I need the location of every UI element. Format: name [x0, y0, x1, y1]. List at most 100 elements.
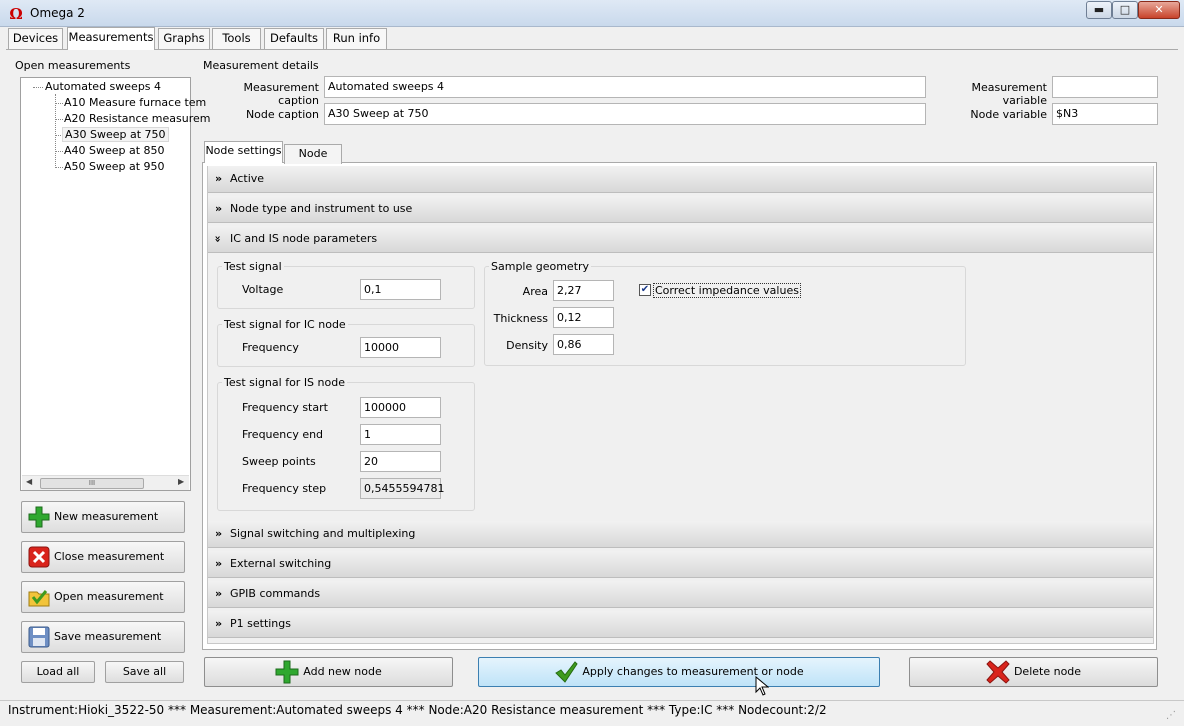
- save-measurement-label: Save measurement: [54, 630, 162, 643]
- density-input[interactable]: 0,86: [553, 334, 614, 355]
- delete-node-label: Delete node: [1013, 665, 1082, 678]
- apply-changes-button[interactable]: Apply changes to measurement or node: [478, 657, 880, 687]
- tree-connector: [33, 87, 43, 88]
- section-node-type[interactable]: » Node type and instrument to use: [208, 196, 1153, 223]
- thickness-input[interactable]: 0,12: [553, 307, 614, 328]
- area-input[interactable]: 2,27: [553, 280, 614, 301]
- correct-impedance-label[interactable]: Correct impedance values: [653, 283, 801, 298]
- tab-run-info[interactable]: Run info: [326, 28, 387, 49]
- tab-strip-divider: [6, 49, 1178, 50]
- tree-connector: [55, 167, 63, 168]
- tree-root-item[interactable]: Automated sweeps 4: [45, 80, 161, 93]
- close-measurement-button[interactable]: Close measurement: [21, 541, 185, 573]
- chevron-right-icon: »: [215, 172, 223, 185]
- red-x-icon: [28, 546, 50, 568]
- save-all-button[interactable]: Save all: [105, 661, 184, 683]
- minimize-button[interactable]: ▬: [1086, 1, 1112, 19]
- node-variable-label: Node variable: [970, 108, 1047, 121]
- add-new-node-label: Add new node: [303, 665, 382, 678]
- ic-frequency-input[interactable]: 10000: [360, 337, 441, 358]
- frequency-step-label: Frequency step: [242, 482, 327, 495]
- tab-devices[interactable]: Devices: [8, 28, 63, 49]
- section-signal-switching[interactable]: » Signal switching and multiplexing: [208, 521, 1153, 548]
- sweep-points-label: Sweep points: [242, 455, 316, 468]
- new-measurement-label: New measurement: [54, 510, 159, 523]
- measurement-caption-input[interactable]: Automated sweeps 4: [324, 76, 926, 98]
- area-label: Area: [522, 285, 548, 298]
- density-label: Density: [506, 339, 548, 352]
- apply-changes-label: Apply changes to measurement or node: [582, 665, 804, 678]
- is-test-signal-title: Test signal for IS node: [222, 376, 347, 389]
- node-variable-input[interactable]: $N3: [1052, 103, 1158, 125]
- red-x-icon: [986, 660, 1010, 684]
- measurement-details-label: Measurement details: [203, 59, 319, 72]
- window-title: Omega 2: [30, 6, 85, 20]
- tree-item[interactable]: A20 Resistance measurem: [64, 112, 210, 125]
- section-title: External switching: [230, 557, 332, 570]
- measurement-tree[interactable]: Automated sweeps 4 A10 Measure furnace t…: [20, 77, 210, 491]
- green-plus-icon: [28, 506, 50, 528]
- title-bar[interactable]: [0, 0, 1184, 27]
- new-measurement-button[interactable]: New measurement: [21, 501, 185, 533]
- chevron-right-icon: »: [215, 557, 223, 570]
- frequency-start-label: Frequency start: [242, 401, 328, 414]
- section-title: Signal switching and multiplexing: [230, 527, 416, 540]
- chevron-right-icon: »: [215, 202, 223, 215]
- status-text: Instrument:Hioki_3522-50 *** Measurement…: [8, 703, 827, 717]
- tab-node-data[interactable]: Node data: [284, 144, 342, 178]
- tree-item[interactable]: A50 Sweep at 950: [64, 160, 165, 173]
- node-caption-input[interactable]: A30 Sweep at 750: [324, 103, 926, 125]
- scroll-thumb[interactable]: III: [40, 478, 144, 489]
- section-active[interactable]: » Active: [208, 166, 1153, 193]
- measurement-variable-input[interactable]: [1052, 76, 1158, 98]
- add-new-node-button[interactable]: Add new node: [204, 657, 453, 687]
- ic-test-signal-title: Test signal for IC node: [222, 318, 348, 331]
- frequency-end-input[interactable]: 1: [360, 424, 441, 445]
- scroll-right-icon[interactable]: ▶: [178, 477, 184, 486]
- ic-frequency-label: Frequency: [242, 341, 299, 354]
- section-gpib-commands[interactable]: » GPIB commands: [208, 581, 1153, 608]
- section-external-switching[interactable]: » External switching: [208, 551, 1153, 578]
- tab-tools[interactable]: Tools: [212, 28, 261, 49]
- scroll-left-icon[interactable]: ◀: [26, 477, 32, 486]
- test-signal-title: Test signal: [222, 260, 284, 273]
- correct-impedance-checkbox[interactable]: ✔: [639, 284, 651, 296]
- node-caption-label: Node caption: [245, 108, 319, 121]
- tree-item[interactable]: A10 Measure furnace tem: [64, 96, 206, 109]
- tree-horizontal-scrollbar[interactable]: ◀ III ▶: [22, 475, 189, 490]
- tab-defaults[interactable]: Defaults: [264, 28, 324, 49]
- tab-measurements[interactable]: Measurements: [67, 27, 155, 50]
- tab-graphs[interactable]: Graphs: [158, 28, 210, 49]
- section-ic-is-parameters[interactable]: » IC and IS node parameters: [208, 226, 1153, 253]
- measurement-variable-label: Measurement variable: [971, 81, 1047, 107]
- chevron-down-icon: »: [211, 235, 225, 243]
- section-title: Node type and instrument to use: [230, 202, 413, 215]
- green-check-icon: [555, 661, 579, 683]
- frequency-end-label: Frequency end: [242, 428, 324, 441]
- tab-node-settings[interactable]: Node settings: [204, 141, 283, 163]
- tree-connector: [55, 151, 63, 152]
- delete-node-button[interactable]: Delete node: [909, 657, 1158, 687]
- chevron-right-icon: »: [215, 527, 223, 540]
- frequency-start-input[interactable]: 100000: [360, 397, 441, 418]
- chevron-right-icon: »: [215, 617, 223, 630]
- maximize-button[interactable]: □: [1112, 1, 1138, 19]
- tree-item-selected[interactable]: A30 Sweep at 750: [62, 127, 169, 142]
- section-title: GPIB commands: [230, 587, 321, 600]
- voltage-input[interactable]: 0,1: [360, 279, 441, 300]
- section-p1-settings[interactable]: » P1 settings: [208, 611, 1153, 638]
- thickness-label: Thickness: [493, 312, 548, 325]
- chevron-right-icon: »: [215, 587, 223, 600]
- save-measurement-button[interactable]: Save measurement: [21, 621, 185, 653]
- voltage-label: Voltage: [242, 283, 284, 296]
- open-measurement-label: Open measurement: [54, 590, 164, 603]
- tree-item[interactable]: A40 Sweep at 850: [64, 144, 165, 157]
- load-all-button[interactable]: Load all: [21, 661, 95, 683]
- sample-geometry-title: Sample geometry: [489, 260, 592, 273]
- resize-grip-icon[interactable]: ⋰: [1166, 710, 1176, 721]
- measurement-caption-label: Measurement caption: [243, 81, 319, 107]
- open-measurement-button[interactable]: Open measurement: [21, 581, 185, 613]
- section-title: Active: [230, 172, 265, 185]
- sweep-points-input[interactable]: 20: [360, 451, 441, 472]
- close-window-button[interactable]: ✕: [1138, 1, 1180, 19]
